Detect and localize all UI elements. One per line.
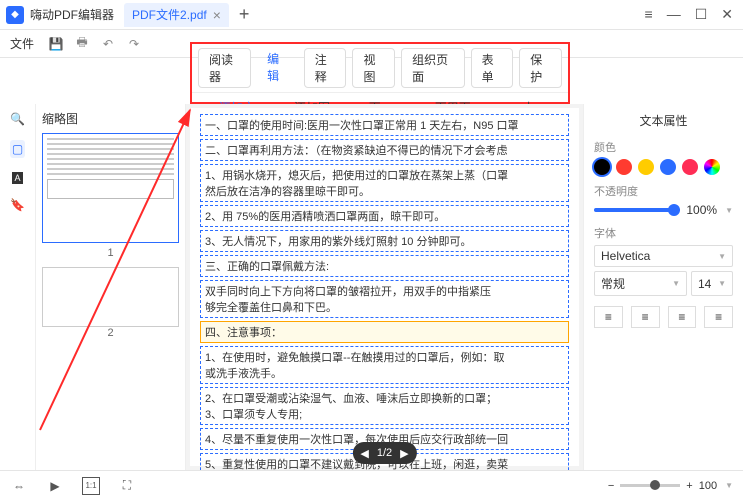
color-swatch-pink[interactable] xyxy=(682,159,698,175)
tab-edit[interactable]: 编辑 xyxy=(257,48,298,88)
prev-page-icon[interactable]: ◀ xyxy=(360,447,368,460)
close-tab-icon[interactable]: × xyxy=(213,7,221,23)
annotation-highlight-box: 阅读器 编辑 注释 视图 组织页面 表单 保护 ✎添加文本 ▢添加图片 ▤页码▼… xyxy=(190,42,570,104)
text-panel-icon[interactable]: A xyxy=(12,172,22,184)
document-page[interactable]: 一、口罩的使用时间:医用一次性口罩正常用 1 天左右，N95 口罩 二、口罩再利… xyxy=(190,108,579,466)
text-block[interactable]: 2、在口罩受潮或沾染湿气、血液、唾沫后立即换新的口罩；3、口罩须专人专用; xyxy=(200,387,569,425)
chevron-down-icon: ▼ xyxy=(672,279,680,288)
chevron-down-icon[interactable]: ▼ xyxy=(725,206,733,215)
thumbnail-page-1[interactable] xyxy=(42,133,179,243)
minimize-icon[interactable]: — xyxy=(667,6,681,23)
text-block-selected[interactable]: 四、注意事项： xyxy=(200,321,569,343)
tab-annotate[interactable]: 注释 xyxy=(304,48,347,88)
properties-title: 文本属性 xyxy=(594,112,733,129)
text-block[interactable]: 3、无人情况下，用家用的紫外线灯照射 10 分钟即可。 xyxy=(200,230,569,252)
chevron-down-icon: ▼ xyxy=(718,279,726,288)
app-title: 嗨动PDF编辑器 xyxy=(30,6,114,23)
tab-forms[interactable]: 表单 xyxy=(471,48,514,88)
tab-label: PDF文件2.pdf xyxy=(132,6,207,23)
text-block[interactable]: 一、口罩的使用时间:医用一次性口罩正常用 1 天左右，N95 口罩 xyxy=(200,114,569,136)
fit-width-icon[interactable]: ⇔ xyxy=(10,477,28,495)
thumb-1-label: 1 xyxy=(42,247,179,259)
align-right-button[interactable]: ≡ xyxy=(668,306,697,328)
zoom-in-icon[interactable]: + xyxy=(686,480,692,492)
font-family-select[interactable]: Helvetica▼ xyxy=(594,245,733,267)
opacity-label: 不透明度 xyxy=(594,183,733,199)
text-block[interactable]: 1、在使用时，避免触摸口罩--在触摸用过的口罩后，例如：取或洗手液洗手。 xyxy=(200,346,569,384)
color-swatch-black[interactable] xyxy=(594,159,610,175)
bookmark-icon[interactable]: 🔖 xyxy=(10,198,25,212)
color-swatch-red[interactable] xyxy=(616,159,632,175)
print-icon[interactable]: 🖶 xyxy=(72,34,92,54)
chevron-down-icon[interactable]: ▼ xyxy=(725,481,733,490)
text-block[interactable]: 1、用锅水烧开，熄灭后，把使用过的口罩放在蒸架上蒸（口罩然后放在洁净的容器里晾干… xyxy=(200,164,569,202)
tab-view[interactable]: 视图 xyxy=(352,48,395,88)
next-page-icon[interactable]: ▶ xyxy=(400,447,408,460)
app-icon: ◆ xyxy=(6,6,24,24)
fit-page-icon[interactable]: ⛶ xyxy=(118,477,136,495)
color-swatch-blue[interactable] xyxy=(660,159,676,175)
opacity-value: 100% xyxy=(686,203,717,217)
thumb-2-label: 2 xyxy=(42,327,179,339)
font-size-select[interactable]: 14▼ xyxy=(691,271,733,296)
font-label: 字体 xyxy=(594,225,733,241)
undo-icon[interactable]: ↶ xyxy=(98,34,118,54)
align-left-button[interactable]: ≡ xyxy=(594,306,623,328)
play-icon[interactable]: ▶ xyxy=(46,477,64,495)
opacity-slider[interactable] xyxy=(594,208,680,212)
chevron-down-icon: ▼ xyxy=(718,252,726,261)
text-block[interactable]: 2、用 75%的医用酒精喷洒口罩两面，晾干即可。 xyxy=(200,205,569,227)
text-block[interactable]: 二、口罩再利用方法：（在物资紧缺迫不得已的情况下才会考虑 xyxy=(200,139,569,161)
color-swatch-yellow[interactable] xyxy=(638,159,654,175)
zoom-slider[interactable] xyxy=(620,484,680,487)
add-tab-button[interactable]: + xyxy=(239,4,250,25)
thumbnail-header: 缩略图 xyxy=(42,110,179,127)
save-icon[interactable]: 💾 xyxy=(46,34,66,54)
thumbnail-page-2[interactable] xyxy=(42,267,179,327)
text-block[interactable]: 三、正确的口罩佩戴方法: xyxy=(200,255,569,277)
zoom-value: 100 xyxy=(699,480,717,492)
page-indicator: 1/2 xyxy=(377,447,392,459)
close-window-icon[interactable]: ✕ xyxy=(721,6,733,23)
color-label: 颜色 xyxy=(594,139,733,155)
search-icon[interactable]: 🔍 xyxy=(10,112,25,126)
maximize-icon[interactable]: ☐ xyxy=(695,6,708,23)
zoom-out-icon[interactable]: − xyxy=(608,480,614,492)
text-block[interactable]: 双手同时向上下方向将口罩的皱褶拉开，用双手的中指紧压够完全覆盖住口鼻和下巴。 xyxy=(200,280,569,318)
thumbnail-panel-icon[interactable]: ▢ xyxy=(10,140,25,158)
tab-organize[interactable]: 组织页面 xyxy=(401,48,464,88)
tab-reader[interactable]: 阅读器 xyxy=(198,48,251,88)
document-tab[interactable]: PDF文件2.pdf × xyxy=(124,3,229,27)
page-navigator[interactable]: ◀ 1/2 ▶ xyxy=(352,442,416,464)
tab-protect[interactable]: 保护 xyxy=(519,48,562,88)
file-menu[interactable]: 文件 xyxy=(10,35,34,52)
align-center-button[interactable]: ≡ xyxy=(631,306,660,328)
font-style-select[interactable]: 常规▼ xyxy=(594,271,687,296)
color-picker-icon[interactable] xyxy=(704,159,720,175)
menu-icon[interactable]: ≡ xyxy=(645,6,653,23)
align-justify-button[interactable]: ≡ xyxy=(704,306,733,328)
actual-size-icon[interactable]: 1:1 xyxy=(82,477,100,495)
redo-icon[interactable]: ↷ xyxy=(124,34,144,54)
